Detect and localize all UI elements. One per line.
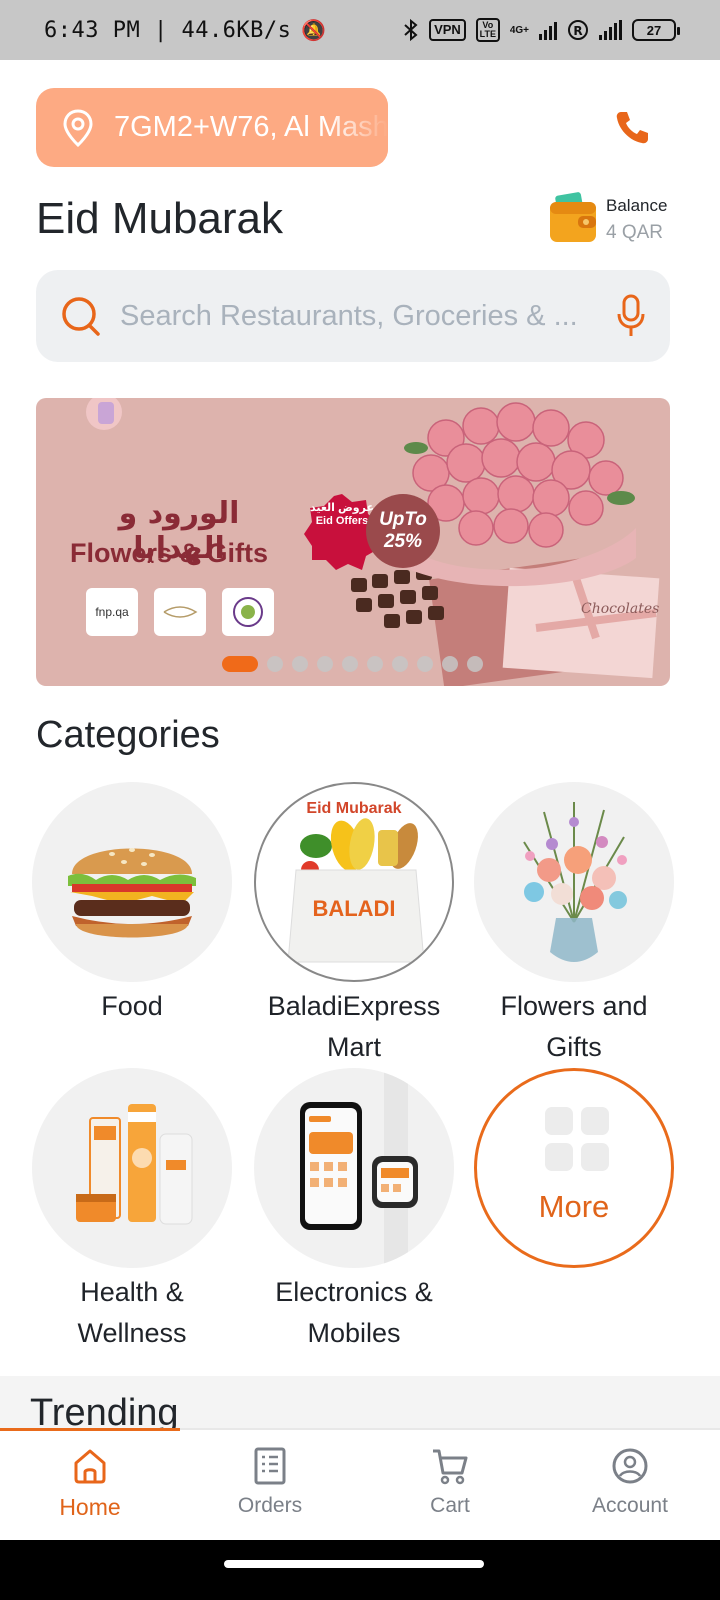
status-time: 6:43 PM | 44.6KB/s: [44, 17, 292, 43]
carousel-dot[interactable]: [267, 656, 283, 672]
flower-vase-icon: [523, 802, 627, 962]
discount-upto: UpTo: [379, 509, 427, 530]
phone-icon[interactable]: [612, 108, 652, 148]
discount-badge: UpTo 25%: [366, 494, 440, 568]
brand-logo-3: [222, 588, 274, 636]
roaming-icon: R: [568, 20, 588, 40]
category-label: Health & Wellness: [77, 1277, 187, 1348]
nav-label: Account: [592, 1494, 668, 1517]
category-flowers-and-gifts[interactable]: Flowers and Gifts: [474, 782, 674, 1068]
categories-title: Categories: [36, 714, 220, 756]
category-electronics-image: [254, 1068, 454, 1268]
category-flowers-image: [474, 782, 674, 982]
volte-badge: Vo LTE: [475, 18, 500, 42]
brand-logo-3-image: [233, 597, 263, 627]
battery-icon: 27: [632, 19, 680, 41]
banner-title-english: Flowers & Gifts: [70, 538, 269, 568]
balance-value: 4 QAR: [606, 222, 664, 243]
account-icon: [612, 1448, 648, 1484]
mute-icon: 🔕: [301, 19, 327, 42]
trending-section: Trending: [0, 1376, 720, 1428]
microphone-icon[interactable]: [616, 294, 646, 338]
nav-label: Home: [59, 1494, 121, 1520]
nav-home[interactable]: Home: [0, 1430, 180, 1540]
health-products-icon: [76, 1104, 193, 1225]
nav-active-indicator: [0, 1428, 180, 1431]
category-label: BaladiExpress Mart: [267, 991, 441, 1062]
phone-watch-icon: [300, 1068, 418, 1268]
greeting-title: Eid Mubarak: [36, 194, 284, 243]
nav-cart[interactable]: Cart: [360, 1430, 540, 1540]
signal-icon: [539, 20, 557, 40]
category-health-image: [32, 1068, 232, 1268]
orders-icon: [254, 1447, 286, 1485]
category-label: Food: [101, 991, 163, 1021]
cart-icon: [433, 1449, 468, 1485]
signal-icon-2: [599, 20, 622, 40]
more-label: More: [538, 1189, 610, 1224]
carousel-dot[interactable]: [222, 656, 258, 672]
category-label: Flowers and Gifts: [500, 991, 648, 1062]
carousel-dot[interactable]: [467, 656, 483, 672]
nav-orders[interactable]: Orders: [180, 1430, 360, 1540]
mart-bag-text: BALADI: [312, 896, 396, 921]
category-mart-image: Eid Mubarak BALADI: [254, 782, 454, 982]
category-baladiexpress-mart[interactable]: Eid Mubarak BALADI BaladiExpress Mart: [254, 782, 454, 1068]
nav-label: Cart: [430, 1494, 470, 1517]
carousel-dot[interactable]: [392, 656, 408, 672]
nav-account[interactable]: Account: [540, 1430, 720, 1540]
category-health-and-wellness[interactable]: Health & Wellness: [32, 1068, 232, 1354]
search-icon: [62, 297, 100, 336]
wallet-icon[interactable]: [548, 192, 598, 244]
trending-title: Trending: [30, 1392, 179, 1428]
carousel-dot[interactable]: [317, 656, 333, 672]
brand-logo-2: [154, 588, 206, 636]
location-selector[interactable]: 7GM2+W76, Al Mashaf: [36, 88, 388, 167]
location-text: 7GM2+W76, Al Mashaf: [114, 111, 388, 143]
category-label: Electronics & Mobiles: [275, 1277, 433, 1348]
carousel-dot[interactable]: [417, 656, 433, 672]
category-food[interactable]: Food: [32, 782, 232, 1027]
nav-label: Orders: [237, 1494, 303, 1517]
search-bar[interactable]: [36, 270, 670, 362]
category-food-image: [32, 782, 232, 982]
mart-eid-text: Eid Mubarak: [306, 800, 402, 817]
status-bar: 6:43 PM | 44.6KB/s 🔕 VPN Vo LTE 4G+ R 27: [0, 0, 720, 60]
category-electronics-and-mobiles[interactable]: Electronics & Mobiles: [254, 1068, 454, 1354]
more-button[interactable]: More: [474, 1068, 674, 1268]
brand-logos: fnp.qa: [86, 588, 274, 636]
discount-value: 25%: [383, 531, 423, 552]
bluetooth-icon: [404, 18, 418, 42]
grid-icon: [545, 1107, 609, 1171]
vpn-badge: VPN: [429, 19, 466, 41]
burger-icon: [68, 848, 196, 938]
home-gesture-handle[interactable]: [224, 1560, 484, 1568]
bottom-nav: Home Orders Cart Account: [0, 1428, 720, 1540]
carousel-dot[interactable]: [342, 656, 358, 672]
map-pin-icon: [63, 108, 93, 147]
carousel-dot[interactable]: [367, 656, 383, 672]
carousel-dot[interactable]: [292, 656, 308, 672]
gesture-bar: [0, 1540, 720, 1600]
carousel-indicator[interactable]: [222, 656, 483, 672]
promo-banner[interactable]: Chocolates الورود و الهدايا Flowers & Gi…: [36, 398, 670, 686]
eid-offer-arabic: عروض العيد: [309, 502, 374, 514]
search-input[interactable]: [120, 299, 590, 333]
category-more[interactable]: More: [474, 1068, 674, 1268]
brand-logo-fnp: fnp.qa: [86, 588, 138, 636]
decor-icon: [86, 398, 122, 430]
balance-label: Balance: [606, 196, 668, 215]
brand-logo-fnp-text: fnp.qa: [95, 605, 129, 619]
svg-text:Chocolates: Chocolates: [581, 601, 659, 617]
network-type: 4G+: [509, 24, 529, 36]
svg-text:R: R: [573, 24, 582, 38]
carousel-dot[interactable]: [442, 656, 458, 672]
home-icon: [74, 1449, 106, 1484]
brand-logo-2-image: [163, 606, 198, 618]
